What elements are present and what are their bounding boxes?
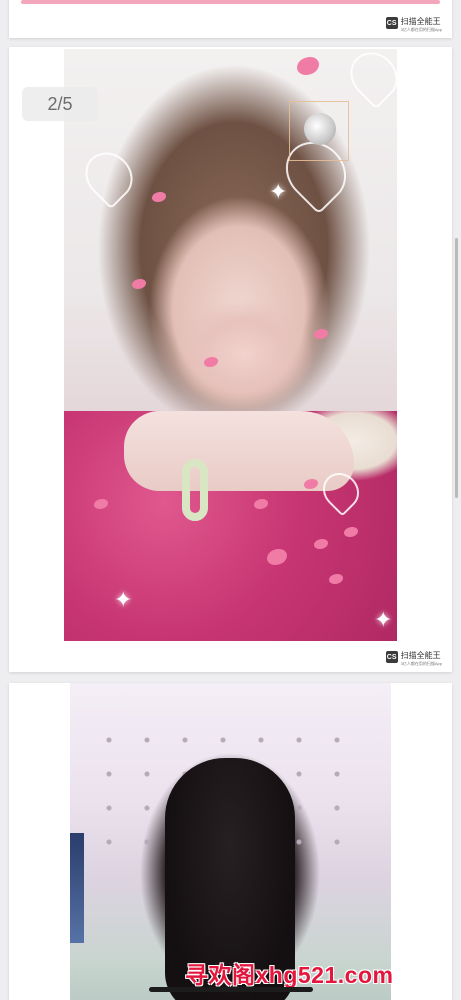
watermark-tagline: 3亿人都在用的扫描App (400, 27, 442, 32)
watermark: CS 扫描全能王 3亿人都在用的扫描App (385, 651, 442, 666)
previous-page-image-edge (21, 0, 440, 4)
cs-logo-icon: CS (385, 17, 398, 29)
watermark-name: 扫描全能王 (400, 17, 441, 26)
petal (297, 57, 319, 75)
watermark-name: 扫描全能王 (400, 651, 441, 660)
document-viewer[interactable]: CS 扫描全能王 3亿人都在用的扫描App ✦ ✦ ✦ 2/5 CS 扫描全能王… (0, 0, 461, 1000)
next-page-card[interactable] (9, 683, 452, 1000)
sparkle-icon: ✦ (374, 607, 393, 632)
bed-photo (70, 683, 391, 1000)
petal (314, 329, 328, 339)
petal (204, 357, 218, 367)
moon-icon (304, 113, 336, 145)
petal (132, 279, 146, 289)
jade-bracelet (182, 459, 208, 521)
scrollbar[interactable] (455, 238, 458, 498)
watermark-tagline: 3亿人都在用的扫描App (400, 661, 442, 666)
side-object (70, 833, 84, 943)
current-page-card[interactable]: ✦ ✦ ✦ 2/5 CS 扫描全能王 3亿人都在用的扫描App (9, 47, 452, 672)
petal (152, 192, 166, 202)
selfie-photo: ✦ ✦ ✦ (64, 49, 397, 641)
home-indicator[interactable] (149, 987, 313, 992)
watermark: CS 扫描全能王 3亿人都在用的扫描App (385, 17, 442, 32)
arm (124, 411, 354, 491)
site-watermark-text: 寻欢阁xhg521.com (185, 962, 394, 988)
heart-outline-icon (75, 142, 143, 210)
heart-outline-icon (340, 49, 397, 110)
previous-page-card[interactable]: CS 扫描全能王 3亿人都在用的扫描App (9, 0, 452, 38)
sparkle-icon: ✦ (269, 179, 288, 204)
page-indicator: 2/5 (22, 87, 98, 121)
cs-logo-icon: CS (385, 651, 398, 663)
sparkle-icon: ✦ (114, 587, 133, 612)
